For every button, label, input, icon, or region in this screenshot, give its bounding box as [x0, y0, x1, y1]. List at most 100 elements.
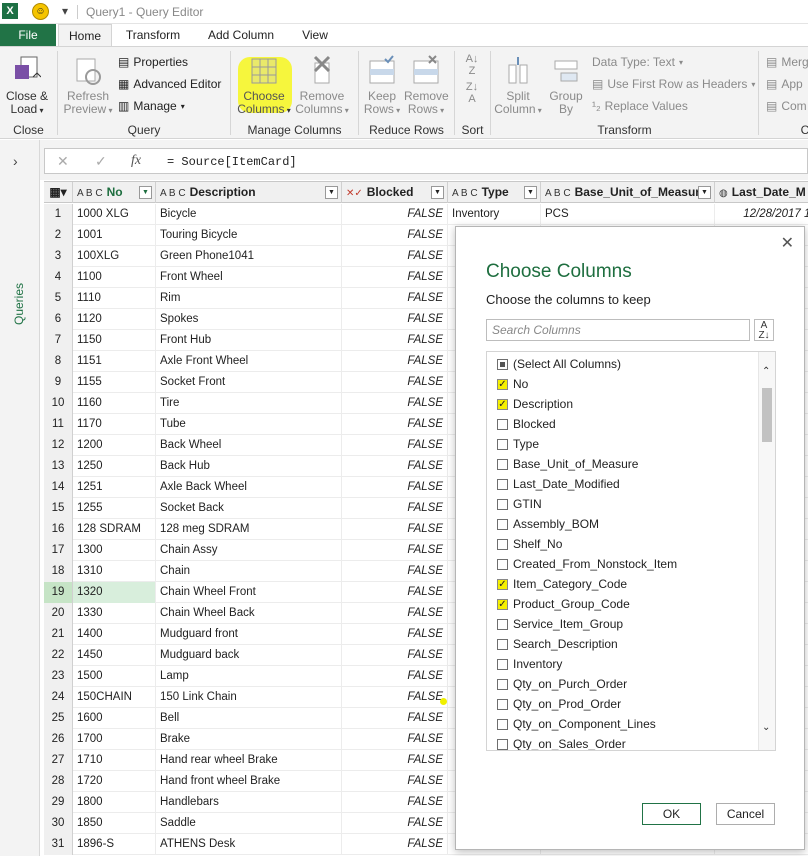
checked-checkbox-icon[interactable]: ✓ — [497, 598, 508, 610]
column-checkbox-item[interactable]: Assembly_BOM — [497, 514, 599, 534]
cell-description[interactable]: Tire — [156, 393, 342, 414]
cell-description[interactable]: Chain Wheel Back — [156, 603, 342, 624]
cell-description[interactable]: Mudguard back — [156, 645, 342, 666]
choose-columns-button[interactable]: Choose Columns ▾ — [236, 55, 292, 117]
cell-no[interactable]: 1120 — [73, 309, 156, 330]
cell-no[interactable]: 1150 — [73, 330, 156, 351]
cell-no[interactable]: 1896-S — [73, 834, 156, 855]
row-index[interactable]: 29 — [44, 792, 73, 813]
text-type-icon[interactable]: A B C — [160, 188, 186, 199]
cell-blocked[interactable]: FALSE — [342, 393, 448, 414]
checkbox-icon[interactable] — [497, 418, 508, 430]
column-checkbox-item[interactable]: Service_Item_Group — [497, 614, 623, 634]
checkbox-icon[interactable] — [497, 638, 508, 650]
cell-no[interactable]: 1320 — [73, 582, 156, 603]
queries-label[interactable]: Queries — [12, 283, 26, 325]
checkbox-icon[interactable] — [497, 518, 508, 530]
row-index[interactable]: 13 — [44, 456, 73, 477]
column-checkbox-item[interactable]: Qty_on_Sales_Order — [497, 734, 626, 750]
cell-no[interactable]: 1450 — [73, 645, 156, 666]
scroll-up-icon[interactable]: ⌃ — [762, 366, 770, 377]
cell-no[interactable]: 1300 — [73, 540, 156, 561]
properties-button[interactable]: ▤ Properties — [118, 55, 188, 69]
data-type-dropdown[interactable]: Data Type: Text ▾ — [592, 55, 683, 69]
cell-no[interactable]: 1330 — [73, 603, 156, 624]
row-index[interactable]: 1 — [44, 204, 73, 225]
tab-home[interactable]: Home — [58, 24, 112, 46]
column-checkbox-item[interactable]: Created_From_Nonstock_Item — [497, 554, 677, 574]
append-queries-button[interactable]: ▤ App — [766, 77, 803, 91]
cancel-button[interactable]: Cancel — [716, 803, 775, 825]
row-index[interactable]: 16 — [44, 519, 73, 540]
keep-rows-button[interactable]: Keep Rows ▾ — [362, 55, 402, 117]
column-checkbox-item[interactable]: ✓ Description — [497, 394, 573, 414]
row-index[interactable]: 27 — [44, 750, 73, 771]
row-index[interactable]: 22 — [44, 645, 73, 666]
cell-blocked[interactable]: FALSE — [342, 645, 448, 666]
cell-description[interactable]: Saddle — [156, 813, 342, 834]
row-index[interactable]: 15 — [44, 498, 73, 519]
cell-description[interactable]: Chain Assy — [156, 540, 342, 561]
checkbox-icon[interactable] — [497, 478, 508, 490]
row-index[interactable]: 7 — [44, 330, 73, 351]
text-type-icon[interactable]: A B C — [77, 188, 103, 199]
row-index[interactable]: 2 — [44, 225, 73, 246]
cell-description[interactable]: Hand front wheel Brake — [156, 771, 342, 792]
cell-description[interactable]: Lamp — [156, 666, 342, 687]
row-index[interactable]: 9 — [44, 372, 73, 393]
cell-no[interactable]: 100XLG — [73, 246, 156, 267]
cell-blocked[interactable]: FALSE — [342, 708, 448, 729]
tab-file[interactable]: File — [0, 24, 56, 46]
cell-no[interactable]: 1250 — [73, 456, 156, 477]
cell-blocked[interactable]: FALSE — [342, 624, 448, 645]
column-checkbox-item[interactable]: Shelf_No — [497, 534, 562, 554]
cell-description[interactable]: Chain Wheel Front — [156, 582, 342, 603]
checked-checkbox-icon[interactable]: ✓ — [497, 398, 508, 410]
cell-blocked[interactable]: FALSE — [342, 729, 448, 750]
row-index[interactable]: 19 — [44, 582, 73, 603]
checkbox-icon[interactable] — [497, 538, 508, 550]
checked-checkbox-icon[interactable]: ✓ — [497, 578, 508, 590]
checkbox-icon[interactable] — [497, 738, 508, 750]
merge-queries-button[interactable]: ▤ Merg — [766, 55, 808, 69]
column-checkbox-item[interactable]: Last_Date_Modified — [497, 474, 620, 494]
column-checkbox-item[interactable]: (Select All Columns) — [497, 354, 621, 374]
advanced-editor-button[interactable]: ▦ Advanced Editor — [118, 77, 221, 91]
remove-rows-button[interactable]: Remove Rows ▾ — [404, 55, 449, 117]
checkbox-icon[interactable] — [497, 458, 508, 470]
tab-view[interactable]: View — [292, 24, 338, 46]
cell-no[interactable]: 1001 — [73, 225, 156, 246]
cell-blocked[interactable]: FALSE — [342, 435, 448, 456]
cell-blocked[interactable]: FALSE — [342, 498, 448, 519]
list-scrollbar[interactable]: ⌃ ⌄ — [758, 352, 775, 750]
column-header-base-unit[interactable]: A B C Base_Unit_of_Measure ▼ — [541, 182, 715, 203]
ok-button[interactable]: OK — [642, 803, 701, 825]
row-index[interactable]: 20 — [44, 603, 73, 624]
cell-blocked[interactable]: FALSE — [342, 561, 448, 582]
cell-description[interactable]: Front Wheel — [156, 267, 342, 288]
column-checkbox-item[interactable]: Blocked — [497, 414, 556, 434]
cell-description[interactable]: Tube — [156, 414, 342, 435]
formula-input[interactable]: = Source[ItemCard] — [167, 155, 297, 169]
row-index[interactable]: 17 — [44, 540, 73, 561]
cell-description[interactable]: Axle Back Wheel — [156, 477, 342, 498]
cell-no[interactable]: 1310 — [73, 561, 156, 582]
column-checkbox-item[interactable]: ✓ Product_Group_Code — [497, 594, 630, 614]
refresh-preview-button[interactable]: Refresh Preview ▾ — [62, 55, 114, 117]
cell-no[interactable]: 1151 — [73, 351, 156, 372]
text-type-icon[interactable]: A B C — [452, 188, 478, 199]
cell-base-unit[interactable]: PCS — [541, 204, 715, 225]
cell-no[interactable]: 1170 — [73, 414, 156, 435]
checkbox-icon[interactable] — [497, 678, 508, 690]
row-index[interactable]: 10 — [44, 393, 73, 414]
cell-description[interactable]: Hand rear wheel Brake — [156, 750, 342, 771]
cell-no[interactable]: 1100 — [73, 267, 156, 288]
checkbox-icon[interactable] — [497, 698, 508, 710]
cell-blocked[interactable]: FALSE — [342, 792, 448, 813]
cell-no[interactable]: 1850 — [73, 813, 156, 834]
column-checkbox-item[interactable]: Qty_on_Component_Lines — [497, 714, 656, 734]
checkbox-icon[interactable] — [497, 718, 508, 730]
search-columns-input[interactable]: Search Columns — [486, 319, 750, 341]
cell-description[interactable]: Green Phone1041 — [156, 246, 342, 267]
cell-no[interactable]: 1000 XLG — [73, 204, 156, 225]
